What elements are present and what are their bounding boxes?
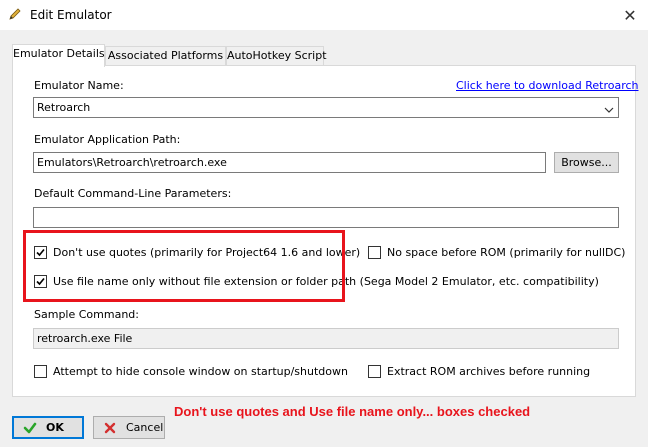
- close-button[interactable]: ✕: [612, 0, 648, 31]
- tab-label: AutoHotkey Script: [227, 49, 327, 62]
- extract-rom-option[interactable]: Extract ROM archives before running: [368, 365, 590, 378]
- emulator-name-value: Retroarch: [37, 101, 91, 114]
- emulator-name-combobox[interactable]: Retroarch: [33, 97, 619, 118]
- tab-autohotkey-script[interactable]: AutoHotkey Script: [226, 46, 327, 66]
- pencil-icon: [8, 7, 22, 21]
- sample-command-value: retroarch.exe File: [37, 332, 133, 345]
- browse-label: Browse...: [561, 156, 612, 169]
- title-bar: Edit Emulator ✕: [0, 0, 648, 31]
- hide-console-option[interactable]: Attempt to hide console window on startu…: [34, 365, 348, 378]
- tab-label: Emulator Details: [13, 47, 105, 60]
- app-path-value: Emulators\Retroarch\retroarch.exe: [37, 156, 227, 169]
- app-path-label: Emulator Application Path:: [34, 133, 181, 146]
- no-space-option[interactable]: No space before ROM (primarily for nullD…: [368, 246, 625, 259]
- params-label: Default Command-Line Parameters:: [34, 187, 232, 200]
- no-space-checkbox[interactable]: [368, 246, 381, 259]
- cancel-button[interactable]: Cancel: [93, 416, 165, 439]
- file-name-only-label: Use file name only without file extensio…: [53, 275, 599, 288]
- browse-button[interactable]: Browse...: [554, 152, 619, 173]
- cancel-label: Cancel: [126, 421, 164, 434]
- ok-button[interactable]: OK: [12, 416, 84, 439]
- chevron-down-icon: [604, 102, 614, 113]
- window-title: Edit Emulator: [30, 8, 112, 22]
- tab-associated-platforms[interactable]: Associated Platforms: [105, 46, 226, 66]
- ok-label: OK: [46, 421, 64, 434]
- params-input[interactable]: [33, 207, 619, 228]
- extract-rom-checkbox[interactable]: [368, 365, 381, 378]
- extract-rom-label: Extract ROM archives before running: [387, 365, 591, 378]
- download-retroarch-link[interactable]: Click here to download Retroarch: [456, 79, 639, 92]
- file-name-only-checkbox[interactable]: [34, 275, 47, 288]
- hide-console-checkbox[interactable]: [34, 365, 47, 378]
- checkmark-icon: [22, 420, 38, 436]
- tab-emulator-details[interactable]: Emulator Details: [12, 44, 105, 67]
- sample-command-label: Sample Command:: [34, 308, 139, 321]
- file-name-only-option[interactable]: Use file name only without file extensio…: [34, 275, 599, 288]
- close-icon: ✕: [623, 6, 637, 25]
- hide-console-label: Attempt to hide console window on startu…: [53, 365, 348, 378]
- annotation-text: Don't use quotes and Use file name only.…: [174, 404, 531, 419]
- dont-use-quotes-checkbox[interactable]: [34, 246, 47, 259]
- app-path-input[interactable]: Emulators\Retroarch\retroarch.exe: [33, 152, 546, 173]
- no-space-label: No space before ROM (primarily for nullD…: [387, 246, 626, 259]
- emulator-name-label: Emulator Name:: [34, 79, 124, 92]
- sample-command-field: retroarch.exe File: [33, 328, 619, 349]
- dont-use-quotes-label: Don't use quotes (primarily for Project6…: [53, 246, 361, 259]
- tab-label: Associated Platforms: [107, 49, 224, 62]
- dont-use-quotes-option[interactable]: Don't use quotes (primarily for Project6…: [34, 246, 360, 259]
- cancel-x-icon: [102, 420, 118, 436]
